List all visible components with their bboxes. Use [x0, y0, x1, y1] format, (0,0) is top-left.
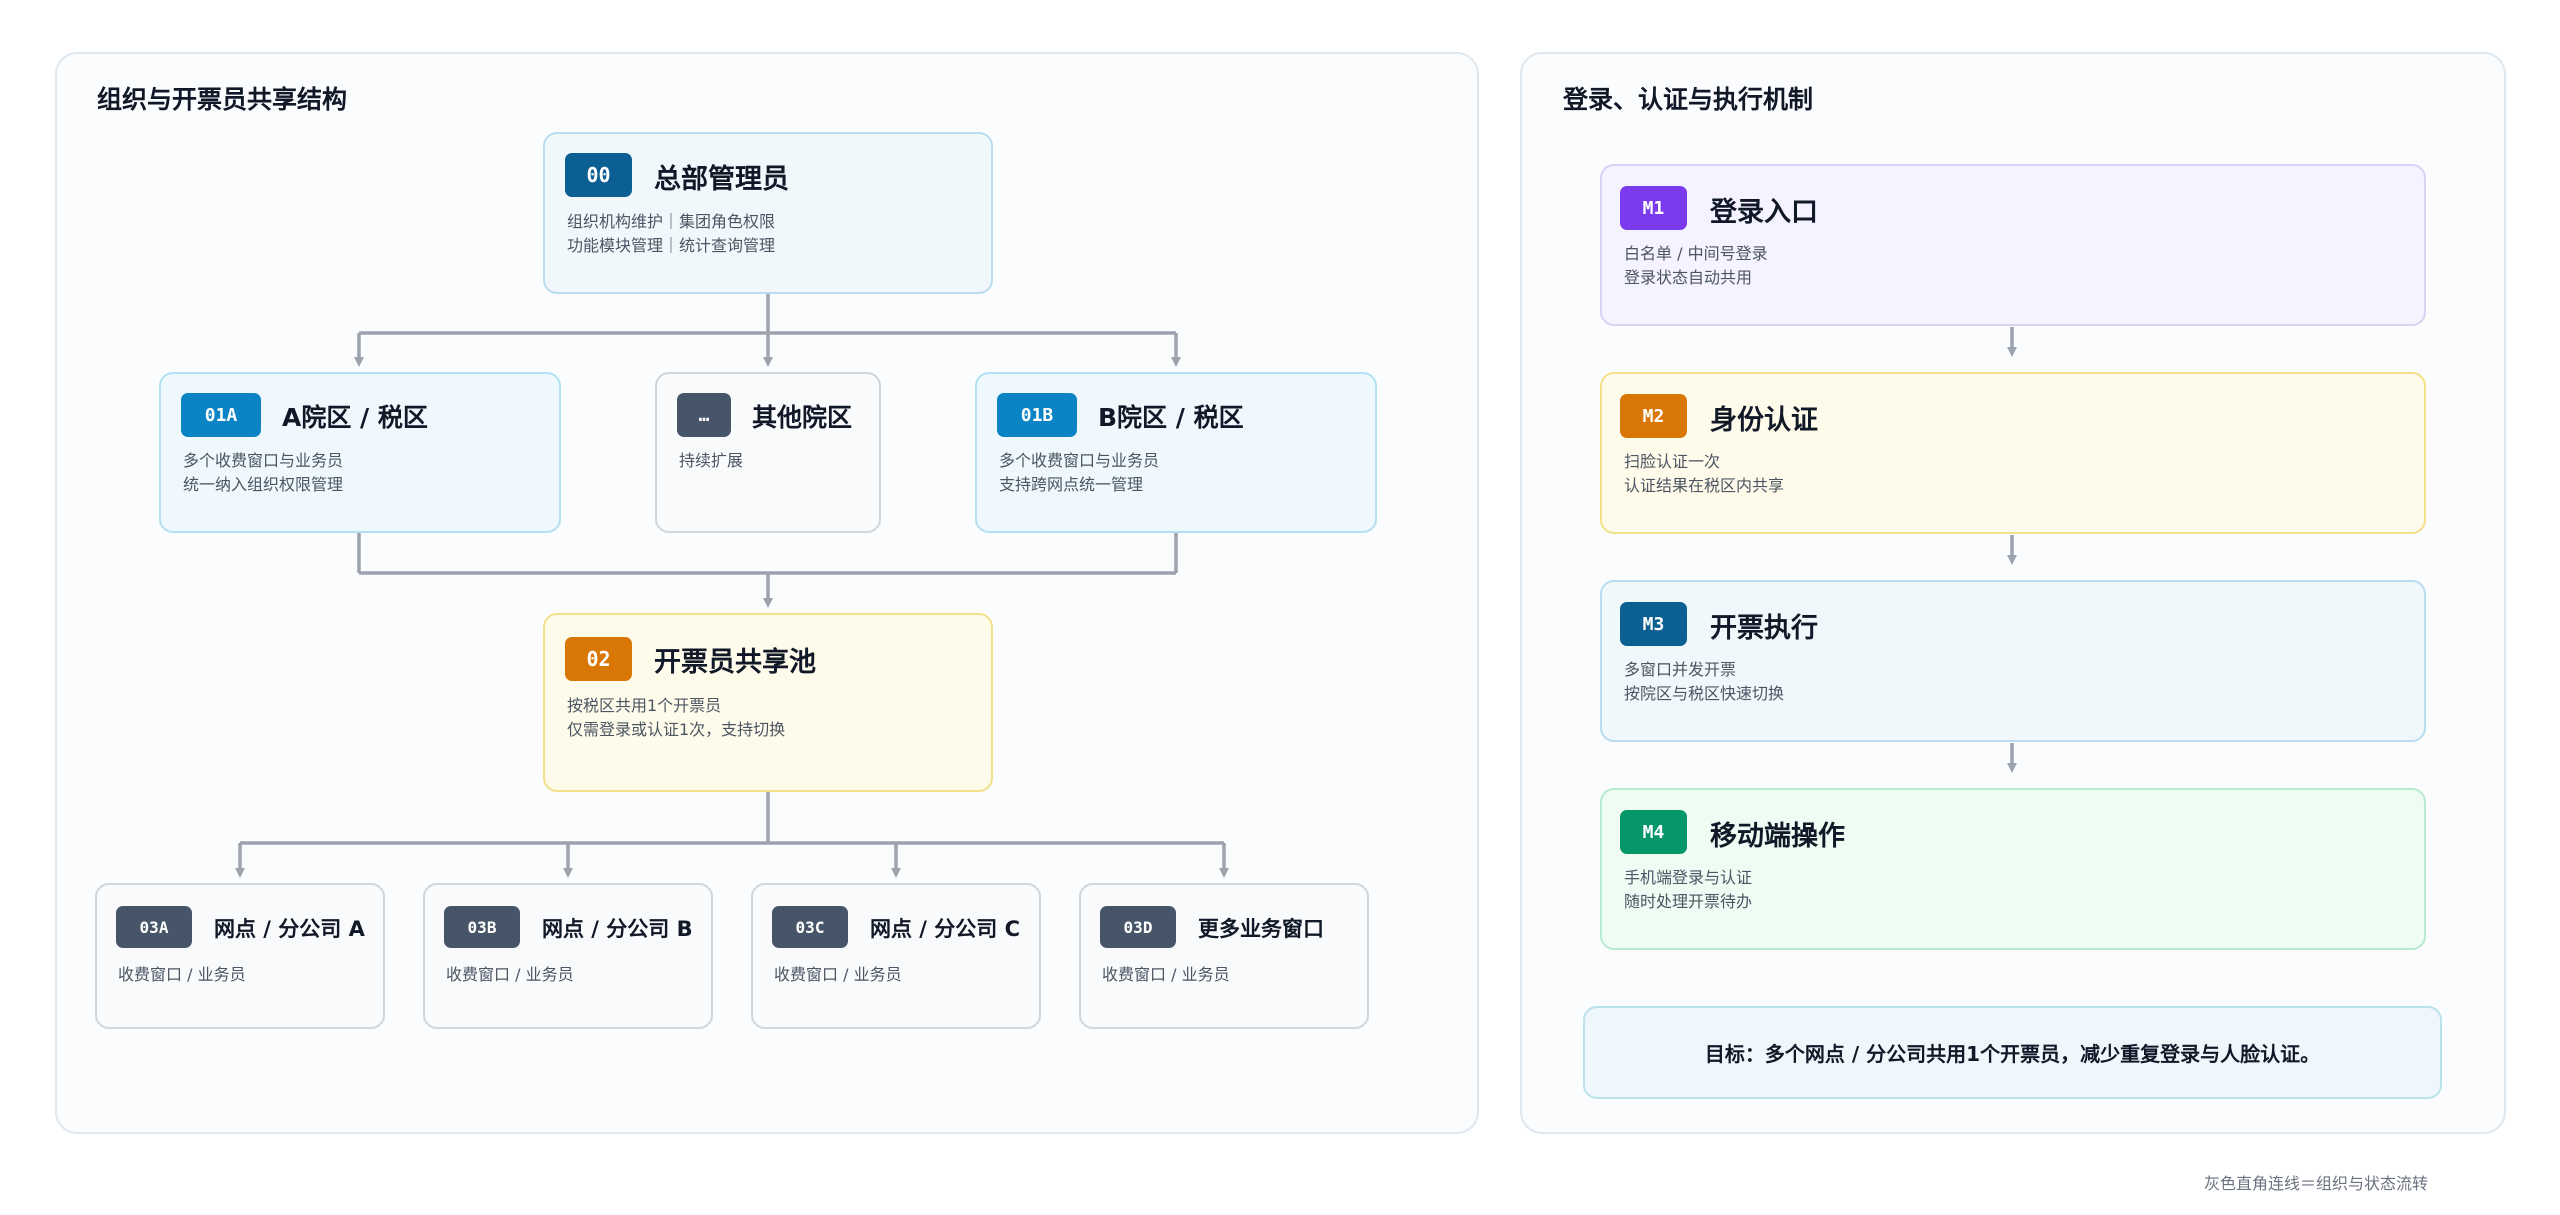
- branch-b-title: 网点 / 分公司 B: [542, 917, 693, 941]
- branch-d-desc: 收费窗口 / 业务员: [1102, 965, 1230, 984]
- zone-b-desc: 多个收费窗口与业务员 支持跨网点统一管理: [999, 451, 1160, 494]
- step-m4-mobile-card: M4 移动端操作 手机端登录与认证 随时处理开票待办: [1600, 788, 2426, 950]
- goal-text: 目标：多个网点 / 分公司共用1个开票员，减少重复登录与人脸认证。: [1704, 1042, 2321, 1066]
- branch-c-title: 网点 / 分公司 C: [870, 917, 1021, 941]
- zone-b-badge: 01B: [997, 393, 1077, 437]
- branch-a-card: 03A 网点 / 分公司 A 收费窗口 / 业务员: [95, 883, 385, 1029]
- step-m3-execute-card: M3 开票执行 多窗口并发开票 按院区与税区快速切换: [1600, 580, 2426, 742]
- step-m2-title: 身份认证: [1710, 405, 1818, 436]
- org-structure-title: 组织与开票员共享结构: [97, 85, 348, 114]
- zone-a-badge: 01A: [181, 393, 261, 437]
- zone-other-card: … 其他院区 持续扩展: [655, 372, 881, 533]
- step-m1-login-card: M1 登录入口 白名单 / 中间号登录 登录状态自动共用: [1600, 164, 2426, 326]
- branch-b-desc: 收费窗口 / 业务员: [446, 965, 574, 984]
- step-m2-auth-card: M2 身份认证 扫脸认证一次 认证结果在税区内共享: [1600, 372, 2426, 534]
- hq-badge: 00: [565, 153, 632, 197]
- hq-title: 总部管理员: [654, 164, 789, 195]
- step-m3-title: 开票执行: [1710, 613, 1818, 644]
- branch-a-desc: 收费窗口 / 业务员: [118, 965, 246, 984]
- branch-c-card: 03C 网点 / 分公司 C 收费窗口 / 业务员: [751, 883, 1041, 1029]
- goal-box: 目标：多个网点 / 分公司共用1个开票员，减少重复登录与人脸认证。: [1583, 1006, 2442, 1099]
- pool-desc: 按税区共用1个开票员 仅需登录或认证1次，支持切换: [567, 696, 786, 739]
- step-m4-title: 移动端操作: [1710, 821, 1845, 852]
- zone-a-desc: 多个收费窗口与业务员 统一纳入组织权限管理: [183, 451, 344, 494]
- zone-b-title: B院区 / 税区: [1098, 403, 1244, 432]
- step-m2-desc: 扫脸认证一次 认证结果在税区内共享: [1624, 452, 1785, 495]
- zone-a-card: 01A A院区 / 税区 多个收费窗口与业务员 统一纳入组织权限管理: [159, 372, 561, 533]
- step-m2-badge: M2: [1620, 394, 1687, 438]
- pool-badge: 02: [565, 637, 632, 681]
- branch-a-title: 网点 / 分公司 A: [214, 917, 365, 941]
- zone-other-title: 其他院区: [752, 403, 853, 432]
- step-m4-badge: M4: [1620, 810, 1687, 854]
- mechanism-title: 登录、认证与执行机制: [1563, 85, 1814, 114]
- invoicer-pool-card: 02 开票员共享池 按税区共用1个开票员 仅需登录或认证1次，支持切换: [543, 613, 993, 792]
- step-m4-desc: 手机端登录与认证 随时处理开票待办: [1624, 868, 1753, 911]
- branch-b-badge: 03B: [444, 906, 520, 948]
- legend-note: 灰色直角连线＝组织与状态流转: [2203, 1174, 2428, 1193]
- hq-desc: 组织机构维护｜集团角色权限 功能模块管理｜统计查询管理: [567, 212, 776, 255]
- pool-title: 开票员共享池: [654, 647, 816, 678]
- step-m3-badge: M3: [1620, 602, 1687, 646]
- step-m3-desc: 多窗口并发开票 按院区与税区快速切换: [1624, 660, 1785, 703]
- branch-a-badge: 03A: [116, 906, 192, 948]
- branch-d-title: 更多业务窗口: [1198, 917, 1324, 941]
- zone-other-badge: …: [677, 393, 731, 437]
- step-m1-badge: M1: [1620, 186, 1687, 230]
- hq-admin-card: 00 总部管理员 组织机构维护｜集团角色权限 功能模块管理｜统计查询管理: [543, 132, 993, 294]
- step-m1-title: 登录入口: [1710, 197, 1818, 228]
- branch-b-card: 03B 网点 / 分公司 B 收费窗口 / 业务员: [423, 883, 713, 1029]
- branch-d-card: 03D 更多业务窗口 收费窗口 / 业务员: [1079, 883, 1369, 1029]
- branch-c-badge: 03C: [772, 906, 848, 948]
- zone-other-desc: 持续扩展: [679, 451, 744, 470]
- step-m1-desc: 白名单 / 中间号登录 登录状态自动共用: [1624, 244, 1768, 287]
- zone-a-title: A院区 / 税区: [282, 403, 428, 432]
- branch-c-desc: 收费窗口 / 业务员: [774, 965, 902, 984]
- branch-d-badge: 03D: [1100, 906, 1176, 948]
- zone-b-card: 01B B院区 / 税区 多个收费窗口与业务员 支持跨网点统一管理: [975, 372, 1377, 533]
